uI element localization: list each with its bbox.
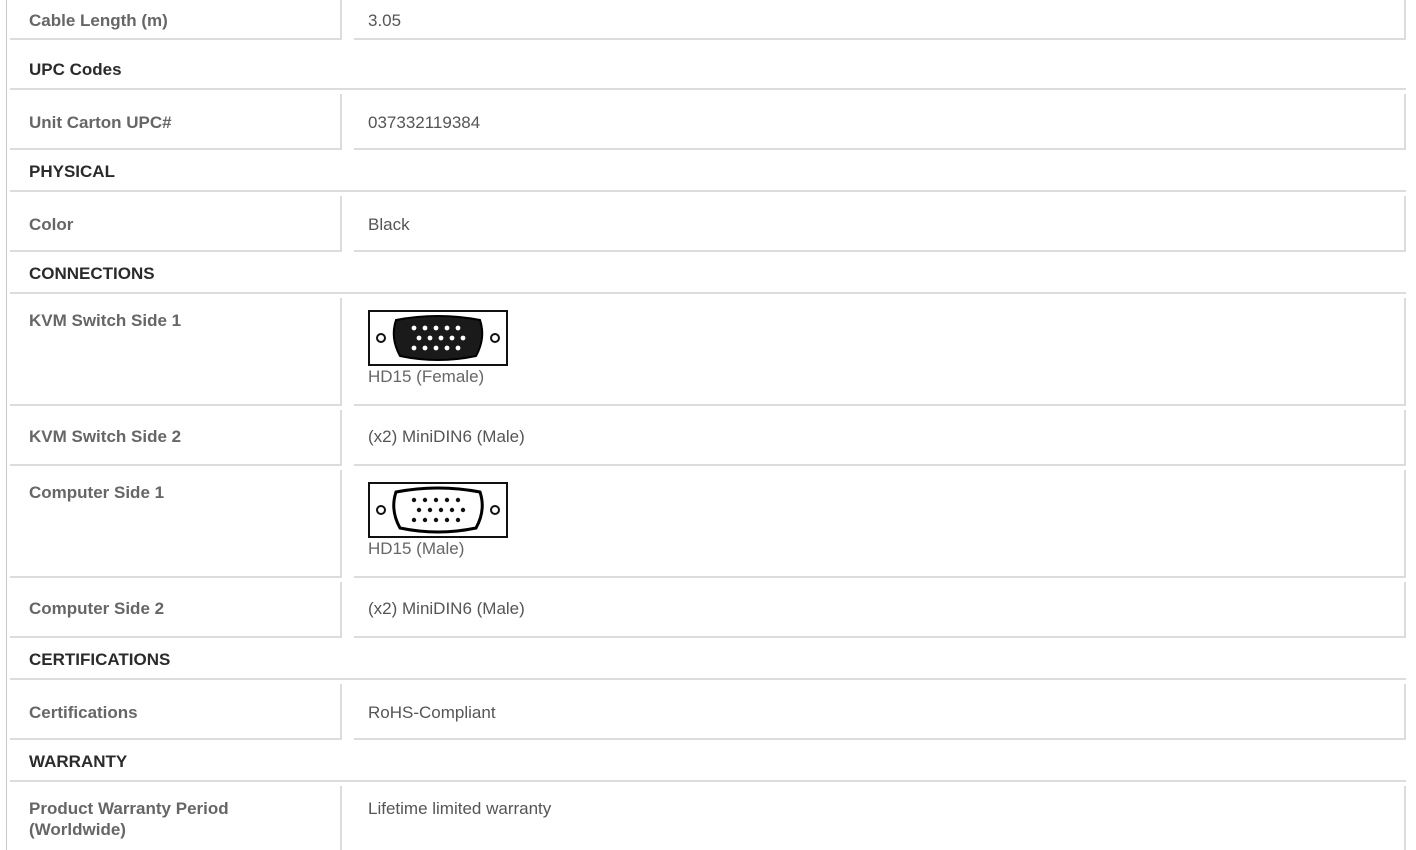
- value-computer-side-2: (x2) MiniDIN6 (Male): [354, 582, 1406, 638]
- value-warranty-period: Lifetime limited warranty: [354, 786, 1406, 850]
- row-unit-carton-upc: Unit Carton UPC# 037332119384: [10, 94, 1406, 150]
- row-computer-side-2: Computer Side 2 (x2) MiniDIN6 (Male): [10, 582, 1406, 638]
- section-title-upc-codes: UPC Codes: [29, 60, 122, 79]
- label-computer-side-1: Computer Side 1: [10, 470, 342, 578]
- row-cable-length: Cable Length (m) 3.05: [10, 0, 1406, 40]
- label-warranty-period: Product Warranty Period (Worldwide): [10, 786, 342, 850]
- value-cable-length: 3.05: [354, 0, 1406, 40]
- value-unit-carton-upc: 037332119384: [354, 94, 1406, 150]
- value-kvm-switch-side-1: HD15 (Female): [354, 298, 1406, 406]
- spec-page: Cable Length (m) 3.05 UPC Codes Unit Car…: [0, 0, 1416, 850]
- label-computer-side-2: Computer Side 2: [10, 582, 342, 638]
- label-kvm-switch-side-1: KVM Switch Side 1: [10, 298, 342, 406]
- hd15-male-connector-icon: [368, 482, 508, 538]
- section-connections: CONNECTIONS: [10, 256, 1406, 294]
- section-title-certifications: CERTIFICATIONS: [29, 650, 171, 669]
- section-title-physical: PHYSICAL: [29, 162, 115, 181]
- caption-kvm-switch-side-1: HD15 (Female): [368, 367, 485, 386]
- label-unit-carton-upc: Unit Carton UPC#: [10, 94, 342, 150]
- specifications-table: Cable Length (m) 3.05 UPC Codes Unit Car…: [10, 0, 1406, 850]
- row-kvm-switch-side-2: KVM Switch Side 2 (x2) MiniDIN6 (Male): [10, 410, 1406, 466]
- label-color: Color: [10, 196, 342, 252]
- row-color: Color Black: [10, 196, 1406, 252]
- row-certifications: Certifications RoHS-Compliant: [10, 684, 1406, 740]
- value-certifications: RoHS-Compliant: [354, 684, 1406, 740]
- value-kvm-switch-side-2: (x2) MiniDIN6 (Male): [354, 410, 1406, 466]
- value-computer-side-1: HD15 (Male): [354, 470, 1406, 578]
- caption-computer-side-1: HD15 (Male): [368, 539, 465, 558]
- section-certifications: CERTIFICATIONS: [10, 642, 1406, 680]
- row-computer-side-1: Computer Side 1 HD15 (Male): [10, 470, 1406, 578]
- left-border: [6, 0, 7, 850]
- row-kvm-switch-side-1: KVM Switch Side 1 HD15 (Female): [10, 298, 1406, 406]
- section-warranty: WARRANTY: [10, 744, 1406, 782]
- section-title-connections: CONNECTIONS: [29, 264, 155, 283]
- section-upc-codes: UPC Codes: [10, 44, 1406, 90]
- label-cable-length: Cable Length (m): [10, 0, 342, 40]
- section-title-warranty: WARRANTY: [29, 752, 128, 771]
- section-physical: PHYSICAL: [10, 154, 1406, 192]
- label-kvm-switch-side-2: KVM Switch Side 2: [10, 410, 342, 466]
- value-color: Black: [354, 196, 1406, 252]
- label-certifications: Certifications: [10, 684, 342, 740]
- hd15-female-connector-icon: [368, 310, 508, 366]
- row-warranty-period: Product Warranty Period (Worldwide) Life…: [10, 786, 1406, 850]
